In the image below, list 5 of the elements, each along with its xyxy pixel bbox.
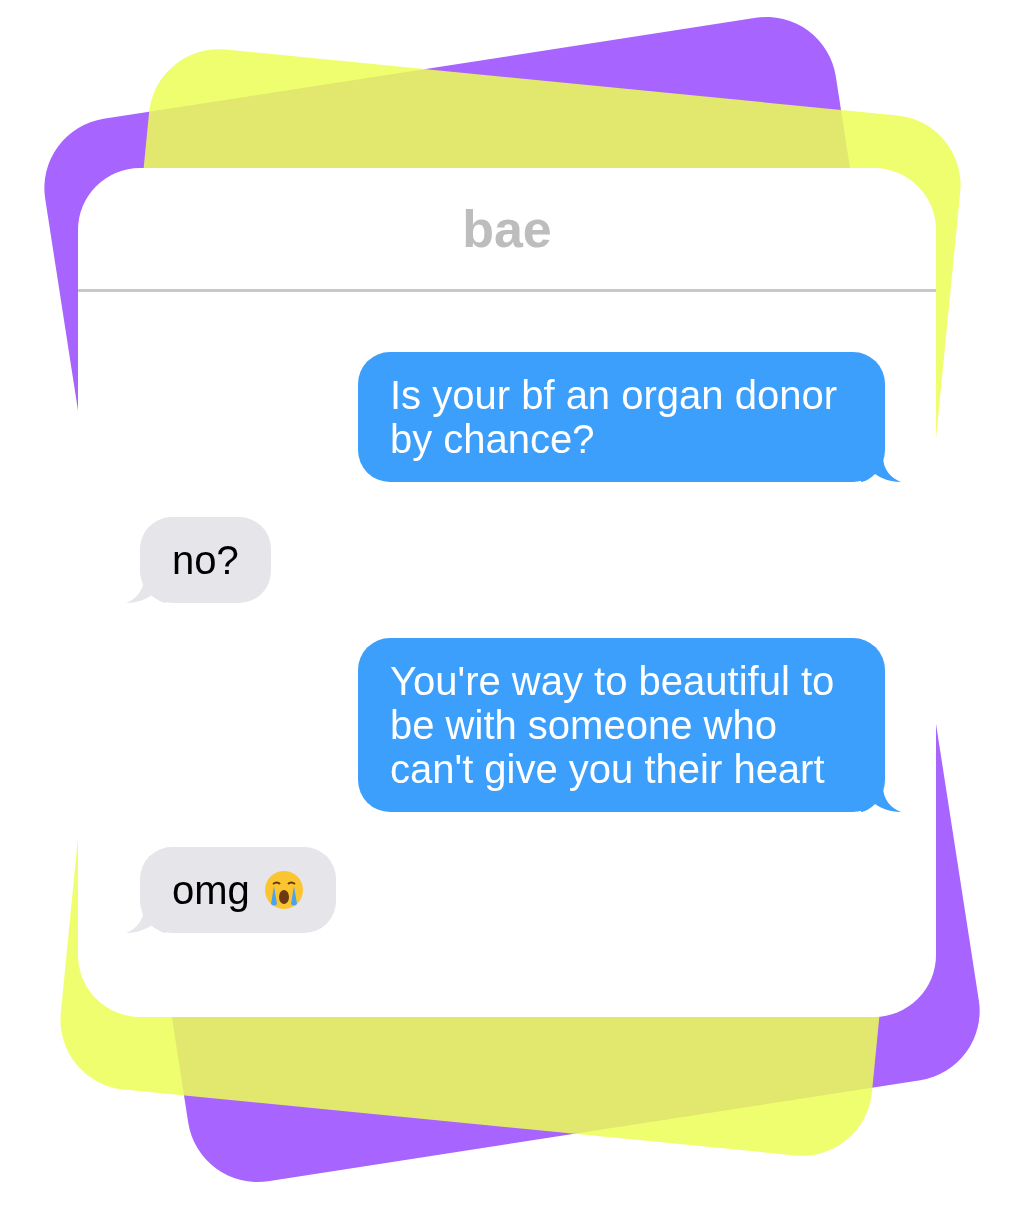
message-text: Is your bf an organ donor by chance? bbox=[390, 373, 838, 461]
message-text: no? bbox=[172, 538, 239, 582]
message-text: omg bbox=[172, 868, 250, 912]
message-text: You're way to beautiful to be with someone who can't give you their heart bbox=[390, 659, 836, 791]
contact-name: bae bbox=[462, 198, 552, 259]
